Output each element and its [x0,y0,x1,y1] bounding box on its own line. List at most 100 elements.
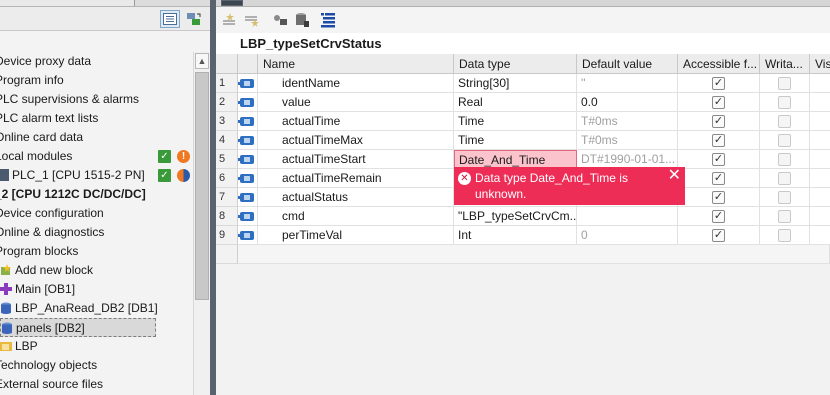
column-header-visible[interactable]: Vis [810,54,830,74]
accessible-checkbox[interactable]: ✓ [712,210,725,223]
row-number[interactable]: 1 [216,74,238,93]
details-view-button[interactable] [160,10,180,28]
tree-item-program-blocks[interactable]: Program blocks [0,242,188,261]
name-cell[interactable]: cmd [258,207,454,226]
accessible-cell: ✓ [678,74,760,93]
name-cell[interactable]: actualTimeStart [258,150,454,169]
column-header-accessible[interactable]: Accessible f... [678,54,760,74]
snapshot-icon[interactable] [294,12,310,28]
project-tree-pane: Device proxy data Program info PLC super… [0,0,213,395]
list-view-icon[interactable] [320,12,336,28]
column-header-default-value[interactable]: Default value [577,54,678,74]
default-value: T#0ms [581,114,618,128]
column-header-writable[interactable]: Writa... [760,54,810,74]
accessible-checkbox[interactable]: ✓ [712,134,725,147]
tree-scrollbar[interactable]: ▲ [193,52,210,395]
tree-item-add-new-block[interactable]: Add new block [0,261,193,280]
tree-item-panels-db2[interactable]: panels [DB2] [0,318,156,337]
default-value-cell[interactable]: T#0ms [577,131,678,150]
row-number[interactable]: 3 [216,112,238,131]
row-number[interactable]: 7 [216,188,238,207]
tree-item-label: Device proxy data [0,54,92,68]
accessible-checkbox[interactable]: ✓ [712,77,725,90]
status-mixed-icon [177,169,190,182]
interface-icon [238,155,254,164]
column-header-data-type[interactable]: Data type [454,54,577,74]
data-type-value: "LBP_typeSetCrvCm... [458,209,577,223]
column-header-name[interactable]: Name [258,54,454,74]
accessible-cell: ✓ [678,169,760,188]
name-cell[interactable]: actualStatus [258,188,454,207]
default-value-cell[interactable] [577,207,678,226]
tree-item-technology-objects[interactable]: Technology objects [0,356,188,375]
writable-checkbox[interactable] [778,153,791,166]
writable-checkbox[interactable] [778,210,791,223]
data-type-cell[interactable]: "LBP_typeSetCrvCm... [454,207,577,226]
tree-item-program-info[interactable]: Program info [0,71,188,90]
scroll-thumb[interactable] [195,72,209,300]
close-icon[interactable]: ✕ [668,167,681,185]
accessible-checkbox[interactable]: ✓ [712,96,725,109]
row-number[interactable]: 5 [216,150,238,169]
accessible-checkbox[interactable]: ✓ [712,115,725,128]
left-tab-fragment[interactable] [0,0,135,6]
data-type-cell[interactable]: Time [454,112,577,131]
row-number[interactable]: 4 [216,131,238,150]
row-icon-cell [238,207,258,226]
writable-checkbox[interactable] [778,115,791,128]
name-cell[interactable]: identName [258,74,454,93]
block-editor: LBP_typeSetCrvStatus Name Data type Defa… [216,0,830,395]
accessible-checkbox[interactable]: ✓ [712,191,725,204]
visible-cell [810,207,830,226]
editor-tab-fragment[interactable] [221,0,243,6]
data-type-cell[interactable]: Int [454,226,577,245]
name-cell[interactable]: actualTime [258,112,454,131]
data-type-cell[interactable]: Time [454,131,577,150]
add-row-icon[interactable] [244,12,260,28]
empty-row-number[interactable] [216,245,238,264]
writable-checkbox[interactable] [778,96,791,109]
add-new-row[interactable] [238,245,830,264]
accessible-checkbox[interactable]: ✓ [712,172,725,185]
scroll-up-icon[interactable]: ▲ [195,53,209,69]
tree-item-device-proxy-data[interactable]: Device proxy data [0,52,188,71]
writable-checkbox[interactable] [778,172,791,185]
sync-button[interactable] [184,10,204,28]
row-number[interactable]: 9 [216,226,238,245]
writable-checkbox[interactable] [778,191,791,204]
name-cell[interactable]: actualTimeMax [258,131,454,150]
tree-item-plc-alarm-text-lists[interactable]: PLC alarm text lists [0,109,188,128]
tree-item-label: LBP [15,339,38,353]
insert-row-icon[interactable] [222,12,238,28]
name-cell[interactable]: actualTimeRemain [258,169,454,188]
details-view-icon [163,13,177,25]
default-value-cell[interactable]: 0.0 [577,93,678,112]
row-number[interactable]: 8 [216,207,238,226]
row-number[interactable]: 6 [216,169,238,188]
tree-item-device-configuration[interactable]: Device configuration [0,204,188,223]
data-type-cell[interactable]: String[30] [454,74,577,93]
tree-item-plc-supervisions[interactable]: PLC supervisions & alarms [0,90,188,109]
writable-checkbox[interactable] [778,77,791,90]
writable-checkbox[interactable] [778,134,791,147]
data-type-value: Real [458,95,483,109]
name-cell[interactable]: perTimeVal [258,226,454,245]
name-cell[interactable]: value [258,93,454,112]
data-type-cell[interactable]: Real [454,93,577,112]
column-header-label: Writa... [765,57,803,71]
tree-item-online-card-data[interactable]: Online card data [0,128,188,147]
accessible-checkbox[interactable]: ✓ [712,153,725,166]
monitor-icon[interactable] [272,12,288,28]
default-value-cell[interactable]: 0 [577,226,678,245]
tree-item-online-diagnostics[interactable]: Online & diagnostics [0,223,188,242]
default-value-cell[interactable]: '' [577,74,678,93]
default-value-cell[interactable]: T#0ms [577,112,678,131]
tree-item-external-source-files[interactable]: External source files [0,375,188,394]
tree-item-main-ob1[interactable]: Main [OB1] [0,280,193,299]
tree-item-lbp-anaread-db[interactable]: LBP_AnaRead_DB2 [DB1] [0,299,193,318]
tree-item-plc-2[interactable]: _2 [CPU 1212C DC/DC/DC] [0,185,188,204]
row-number[interactable]: 2 [216,93,238,112]
tree-item-lbp[interactable]: LBP [0,337,193,356]
accessible-checkbox[interactable]: ✓ [712,229,725,242]
writable-checkbox[interactable] [778,229,791,242]
